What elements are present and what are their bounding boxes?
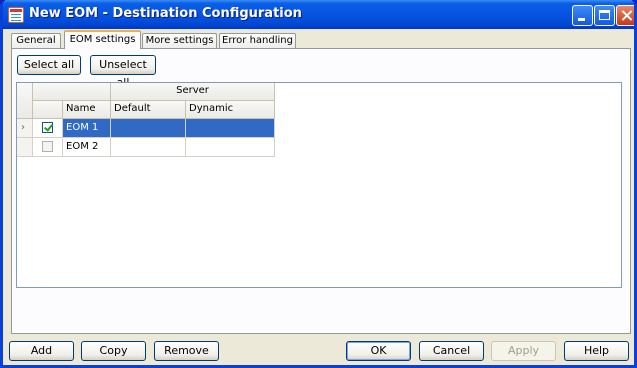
unselect-all-button[interactable]: Unselect all bbox=[90, 55, 156, 89]
eom-grid: Server Name Default Dynamic › EOM 1 EOM … bbox=[16, 82, 622, 288]
current-row-icon: › bbox=[21, 122, 25, 133]
table-row-checkbox-cell[interactable] bbox=[33, 119, 63, 138]
row-checkbox[interactable] bbox=[42, 122, 53, 133]
header-dynamic[interactable]: Dynamic bbox=[186, 101, 275, 119]
table-row-checkbox-cell[interactable] bbox=[33, 138, 63, 157]
window-title: New EOM - Destination Configuration bbox=[29, 6, 302, 21]
table-cell-dynamic[interactable] bbox=[186, 119, 275, 138]
app-icon bbox=[8, 7, 24, 23]
minimize-button[interactable] bbox=[572, 5, 593, 26]
cancel-button[interactable]: Cancel bbox=[419, 341, 484, 361]
close-button[interactable] bbox=[616, 5, 634, 26]
select-all-button[interactable]: Select all bbox=[17, 55, 81, 75]
tab-eom-settings[interactable]: EOM settings bbox=[64, 30, 141, 49]
copy-button[interactable]: Copy bbox=[81, 341, 146, 361]
maximize-button[interactable] bbox=[594, 5, 615, 26]
table-cell-name[interactable]: EOM 2 bbox=[63, 138, 111, 157]
row-selector[interactable]: › bbox=[17, 119, 33, 138]
header-server-group: Server bbox=[111, 83, 275, 101]
tab-panel: Select all Unselect all Server Name Defa… bbox=[11, 48, 631, 334]
title-bar[interactable]: New EOM - Destination Configuration bbox=[3, 0, 634, 29]
remove-button[interactable]: Remove bbox=[154, 341, 219, 361]
dialog-window: New EOM - Destination Configuration Gene… bbox=[0, 0, 637, 368]
add-button[interactable]: Add bbox=[9, 341, 74, 361]
apply-button[interactable]: Apply bbox=[491, 341, 556, 361]
header-name[interactable]: Name bbox=[63, 101, 111, 119]
row-selector[interactable] bbox=[17, 138, 33, 157]
help-button[interactable]: Help bbox=[564, 341, 629, 361]
header-spacer bbox=[33, 83, 111, 101]
table-cell-default[interactable] bbox=[111, 119, 186, 138]
tab-error-handling[interactable]: Error handling bbox=[219, 33, 296, 49]
table-cell-name[interactable]: EOM 1 bbox=[63, 119, 111, 138]
header-checkbox[interactable] bbox=[33, 101, 63, 119]
row-checkbox[interactable] bbox=[42, 141, 53, 152]
header-default[interactable]: Default bbox=[111, 101, 186, 119]
table-cell-dynamic[interactable] bbox=[186, 138, 275, 157]
row-header-corner bbox=[17, 83, 33, 119]
table-cell-default[interactable] bbox=[111, 138, 186, 157]
tab-general[interactable]: General bbox=[11, 33, 61, 49]
tab-more-settings[interactable]: More settings bbox=[142, 33, 217, 49]
ok-button[interactable]: OK bbox=[346, 341, 411, 361]
